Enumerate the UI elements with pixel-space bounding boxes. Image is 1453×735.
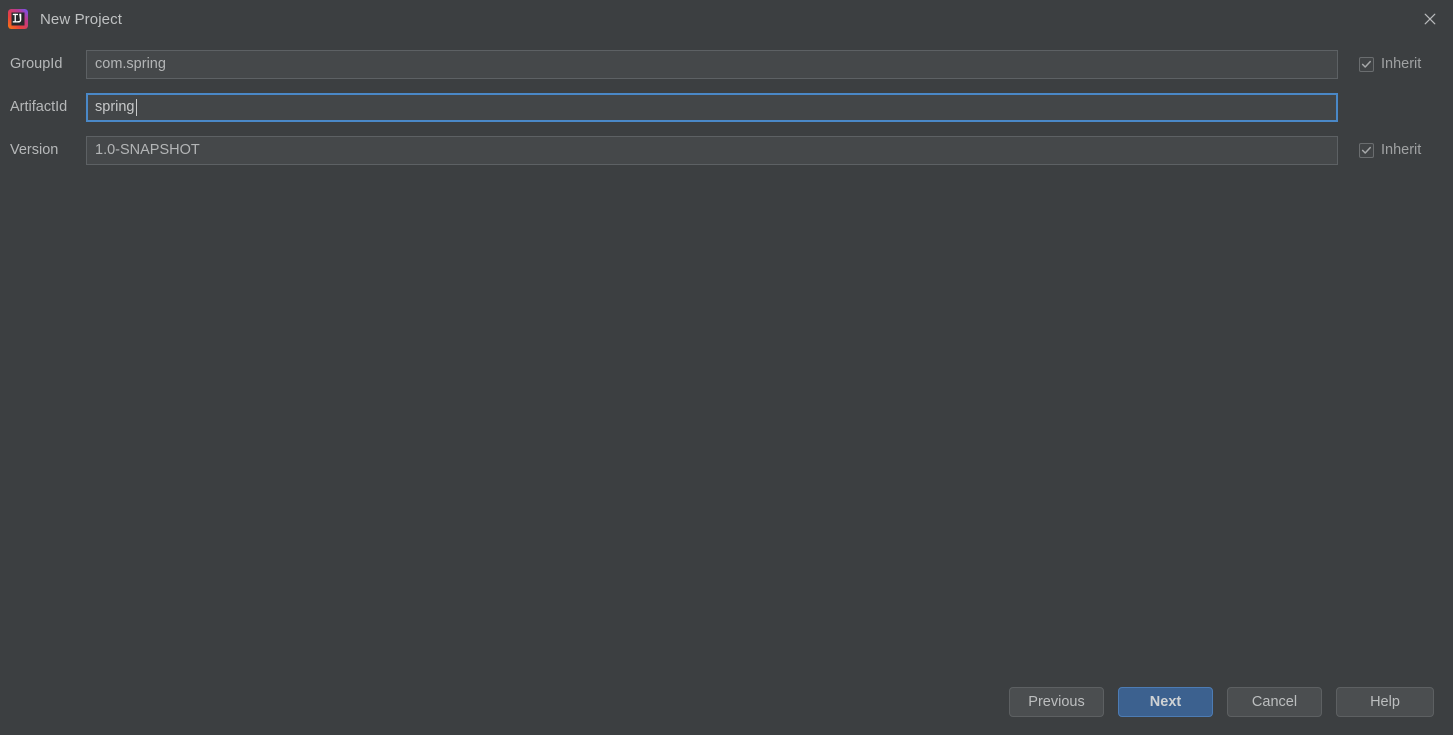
groupid-field-wrap xyxy=(86,49,1338,79)
project-coordinates-form: GroupId Inherit ArtifactId Version xyxy=(0,38,1453,165)
version-inherit[interactable]: Inherit xyxy=(1359,142,1421,158)
form-row-groupid: GroupId Inherit xyxy=(0,49,1453,79)
previous-button[interactable]: Previous xyxy=(1009,687,1104,717)
window-title: New Project xyxy=(40,10,122,28)
help-button[interactable]: Help xyxy=(1336,687,1434,717)
form-row-artifactid: ArtifactId xyxy=(0,92,1453,122)
close-icon[interactable] xyxy=(1407,0,1453,38)
groupid-inherit-label: Inherit xyxy=(1381,56,1422,72)
artifactid-label: ArtifactId xyxy=(10,99,68,115)
version-label: Version xyxy=(10,142,59,158)
version-inherit-label: Inherit xyxy=(1381,142,1422,158)
groupid-input[interactable] xyxy=(86,49,1338,79)
version-inherit-checkbox[interactable] xyxy=(1359,142,1374,158)
groupid-inherit[interactable]: Inherit xyxy=(1359,56,1421,72)
artifactid-field-wrap xyxy=(86,92,1338,122)
version-field-wrap xyxy=(86,135,1338,165)
next-button[interactable]: Next xyxy=(1118,687,1213,717)
version-input[interactable] xyxy=(86,135,1338,165)
groupid-inherit-checkbox[interactable] xyxy=(1359,56,1374,72)
groupid-label: GroupId xyxy=(10,56,63,72)
form-row-version: Version Inherit xyxy=(0,135,1453,165)
cancel-button[interactable]: Cancel xyxy=(1227,687,1322,717)
title-bar: New Project xyxy=(0,0,1453,38)
dialog-footer: Previous Next Cancel Help xyxy=(0,669,1453,735)
intellij-idea-icon xyxy=(8,9,28,29)
artifactid-input[interactable] xyxy=(86,92,1338,122)
